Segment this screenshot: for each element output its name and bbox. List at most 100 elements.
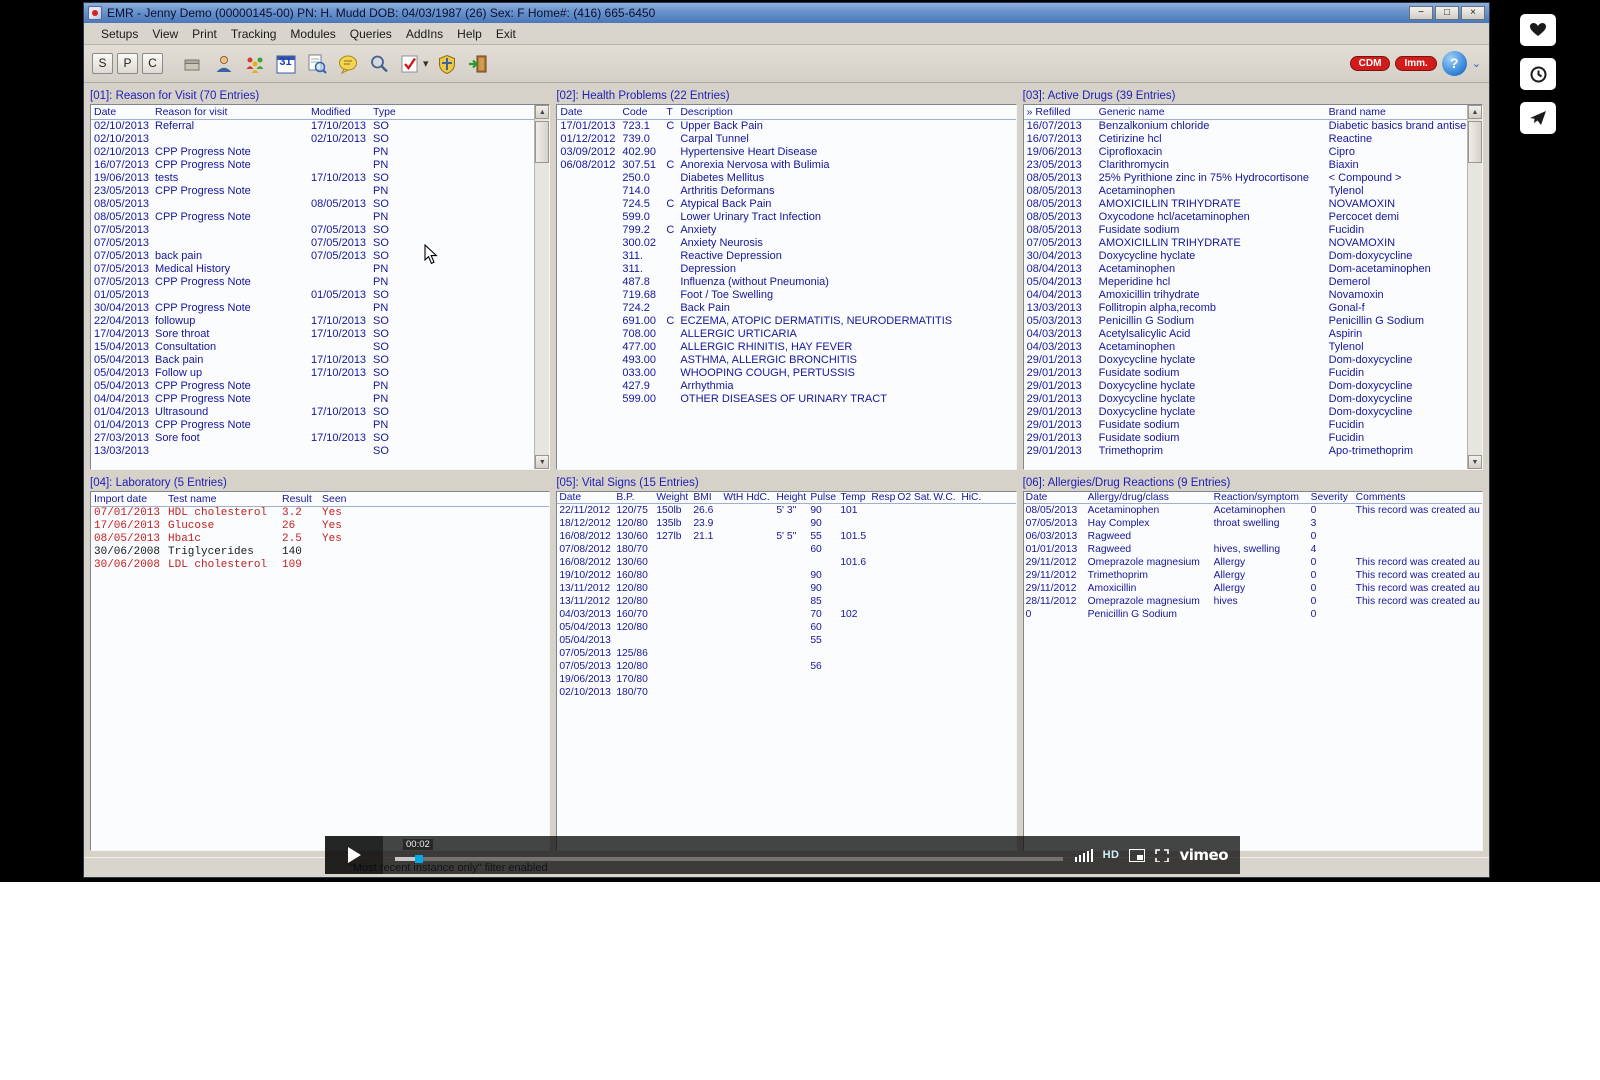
table-row[interactable]: 19/06/2013 tests 17/10/2013 SO bbox=[91, 172, 534, 185]
table-row[interactable]: 08/05/2013 25% Pyrithione zinc in 75% Hyd… bbox=[1024, 172, 1467, 185]
table-row[interactable]: 04/04/2013 Amoxicillin trihydrate Novamoxi… bbox=[1024, 289, 1467, 302]
package-icon[interactable] bbox=[179, 50, 206, 77]
search-icon[interactable] bbox=[365, 50, 392, 77]
table-row[interactable]: 07/05/2013 Medical History PN bbox=[91, 263, 534, 276]
table-row[interactable]: 02/10/2013 Referral 17/10/2013 SO bbox=[91, 120, 534, 134]
chevron-down-icon[interactable]: ⌄ bbox=[1472, 57, 1481, 70]
table-row[interactable]: 29/01/2013 Doxycycline hyclate Dom-doxycyc… bbox=[1024, 393, 1467, 406]
menu-addins[interactable]: AddIns bbox=[399, 25, 450, 43]
table-row[interactable]: 29/01/2013 Doxycycline hyclate Dom-doxycyc… bbox=[1024, 354, 1467, 367]
table-row[interactable]: 724.5 C Atypical Back Pain bbox=[557, 198, 1015, 211]
table-row[interactable]: 477.00 ALLERGIC RHINITIS, HAY FEVER bbox=[557, 341, 1015, 354]
table-row[interactable]: 719.68 Foot / Toe Swelling bbox=[557, 289, 1015, 302]
table-row[interactable]: 06/08/2012 307.51 C Anorexia Nervosa with B… bbox=[557, 159, 1015, 172]
play-button[interactable] bbox=[325, 836, 383, 874]
table-row[interactable]: 30/04/2013 Doxycycline hyclate Dom-doxycyc… bbox=[1024, 250, 1467, 263]
table-row[interactable]: 18/12/2012 120/80 135lb 23.9 90 bbox=[557, 517, 1015, 530]
table-row[interactable]: 08/05/2013 Fusidate sodium Fucidin bbox=[1024, 224, 1467, 237]
column-header-hic[interactable]: HiC. bbox=[959, 492, 1016, 504]
scrollbar-track[interactable] bbox=[1468, 119, 1482, 455]
table-row[interactable]: 04/03/2013 160/70 70 102 bbox=[557, 608, 1015, 621]
help-icon[interactable]: ? bbox=[1441, 51, 1467, 76]
table-row[interactable]: 04/03/2013 Acetylsalicylic Acid Aspirin bbox=[1024, 328, 1467, 341]
table-row[interactable]: 708.00 ALLERGIC URTICARIA bbox=[557, 328, 1015, 341]
shield-icon[interactable] bbox=[434, 50, 461, 77]
report-search-icon[interactable] bbox=[303, 50, 330, 77]
hd-badge[interactable]: HD bbox=[1103, 849, 1120, 861]
table-row[interactable]: 30/06/2008 Triglycerides 140 bbox=[91, 546, 549, 559]
table-row[interactable]: 07/05/2013 120/80 56 bbox=[557, 660, 1015, 673]
column-header-wth[interactable]: WtH bbox=[721, 492, 745, 504]
table-row[interactable]: 29/01/2013 Fusidate sodium Fucidin bbox=[1024, 367, 1467, 380]
table-row[interactable]: 05/04/2013 55 bbox=[557, 634, 1015, 647]
column-header-reason-for-visit[interactable]: Reason for visit bbox=[152, 105, 308, 120]
table-row[interactable]: 250.0 Diabetes Mellitus bbox=[557, 172, 1015, 185]
table-row[interactable]: 07/05/2013 125/86 bbox=[557, 647, 1015, 660]
watch-later-button[interactable] bbox=[1520, 58, 1556, 90]
pip-icon[interactable] bbox=[1129, 848, 1146, 862]
column-header-date[interactable]: Date bbox=[91, 105, 152, 120]
table-row[interactable]: 23/05/2013 CPP Progress Note PN bbox=[91, 185, 534, 198]
progress-playhead[interactable] bbox=[415, 855, 424, 863]
table-row[interactable]: 13/03/2013 Follitropin alpha,recomb Gonal-… bbox=[1024, 302, 1467, 315]
table-row[interactable]: 02/10/2013 180/70 bbox=[557, 686, 1015, 699]
column-header-type[interactable]: Type bbox=[370, 105, 535, 120]
table-row[interactable]: 27/03/2013 Sore foot 17/10/2013 SO bbox=[91, 432, 534, 445]
column-header-allergy-drug-class[interactable]: Allergy/drug/class bbox=[1085, 492, 1212, 504]
volume-icon[interactable] bbox=[1074, 848, 1093, 862]
column-header-refilled[interactable]: » Refilled bbox=[1023, 105, 1096, 120]
table-row[interactable]: 29/01/2013 Doxycycline hyclate Dom-doxycyc… bbox=[1024, 380, 1467, 393]
table-row[interactable]: 05/04/2013 120/80 60 bbox=[557, 621, 1015, 634]
table-row[interactable]: 311. Reactive Depression bbox=[557, 250, 1015, 263]
table-row[interactable]: 07/05/2013 CPP Progress Note PN bbox=[91, 276, 534, 289]
imm-badge[interactable]: Imm. bbox=[1395, 56, 1437, 71]
video-progress-bar[interactable] bbox=[395, 855, 1063, 863]
table-row[interactable]: 01/05/2013 01/05/2013 SO bbox=[91, 289, 534, 302]
toolbar-c-button[interactable]: C bbox=[142, 53, 163, 74]
table-row[interactable]: 05/04/2013 Meperidine hcl Demerol bbox=[1024, 276, 1467, 289]
column-header-reaction-symptom[interactable]: Reaction/symptom bbox=[1211, 492, 1309, 504]
menu-setups[interactable]: Setups bbox=[94, 25, 145, 43]
table-row[interactable]: 23/05/2013 Clarithromycin Biaxin bbox=[1024, 159, 1467, 172]
table-row[interactable]: 03/09/2012 402.90 Hypertensive Heart Disea… bbox=[557, 146, 1015, 159]
table-row[interactable]: 16/07/2013 CPP Progress Note PN bbox=[91, 159, 534, 172]
column-header-severity[interactable]: Severity bbox=[1308, 492, 1354, 504]
calendar-31-icon[interactable]: 31 bbox=[272, 50, 299, 77]
vertical-scrollbar[interactable]: ▲ ▼ bbox=[534, 105, 550, 469]
table-row[interactable]: 487.8 Influenza (without Pneumonia) bbox=[557, 276, 1015, 289]
table-row[interactable]: 0 Penicillin G Sodium 0 bbox=[1024, 608, 1482, 621]
menu-modules[interactable]: Modules bbox=[283, 25, 342, 43]
fullscreen-icon[interactable] bbox=[1155, 848, 1170, 862]
table-row[interactable]: 07/05/2013 Hay Complex throat swelling 3 bbox=[1024, 517, 1482, 530]
table-row[interactable]: 17/01/2013 723.1 C Upper Back Pain bbox=[557, 120, 1015, 134]
table-row[interactable]: 724.2 Back Pain bbox=[557, 302, 1015, 315]
scroll-up-icon[interactable]: ▲ bbox=[1468, 105, 1482, 119]
vimeo-logo[interactable]: vimeo bbox=[1179, 846, 1228, 864]
column-header-pulse[interactable]: Pulse bbox=[808, 492, 839, 504]
table-row[interactable]: 17/06/2013 Glucose 26 Yes bbox=[91, 520, 549, 533]
exit-door-icon[interactable] bbox=[465, 50, 492, 77]
table-row[interactable]: 01/01/2013 Ragweed hives, swelling 4 bbox=[1024, 543, 1482, 556]
column-header-height[interactable]: Height bbox=[774, 492, 809, 504]
menu-exit[interactable]: Exit bbox=[489, 25, 523, 43]
table-row[interactable]: 07/01/2013 HDL cholesterol 3.2 Yes bbox=[91, 507, 549, 521]
table-row[interactable]: 714.0 Arthritis Deformans bbox=[557, 185, 1015, 198]
table-row[interactable]: 16/07/2013 Cetirizine hcl Reactine bbox=[1024, 133, 1467, 146]
table-row[interactable]: 29/01/2013 Fusidate sodium Fucidin bbox=[1024, 419, 1467, 432]
table-row[interactable]: 08/05/2013 Hba1c 2.5 Yes bbox=[91, 533, 549, 546]
scrollbar-track[interactable] bbox=[535, 119, 550, 455]
tasks-dropdown-caret[interactable]: ▾ bbox=[423, 57, 429, 70]
menu-view[interactable]: View bbox=[145, 25, 185, 43]
table-row[interactable]: 13/11/2012 120/80 90 bbox=[557, 582, 1015, 595]
patient-icon[interactable] bbox=[210, 50, 237, 77]
table-row[interactable]: 033.00 WHOOPING COUGH, PERTUSSIS bbox=[557, 367, 1015, 380]
column-header-import-date[interactable]: Import date bbox=[91, 492, 165, 507]
column-header-date[interactable]: Date bbox=[557, 492, 615, 504]
table-row[interactable]: 08/05/2013 Acetaminophen Acetaminophen 0 Thi… bbox=[1024, 504, 1482, 518]
table-row[interactable]: 30/04/2013 CPP Progress Note PN bbox=[91, 302, 534, 315]
column-header-t[interactable]: T bbox=[663, 105, 678, 120]
table-row[interactable]: 22/11/2012 120/75 150lb 26.6 5' 3" 90 101 bbox=[557, 504, 1015, 518]
window-titlebar[interactable]: EMR - Jenny Demo (00000145-00) PN: H. Mu… bbox=[84, 3, 1489, 23]
column-header-date[interactable]: Date bbox=[1023, 492, 1086, 504]
table-row[interactable]: 13/11/2012 120/80 85 bbox=[557, 595, 1015, 608]
